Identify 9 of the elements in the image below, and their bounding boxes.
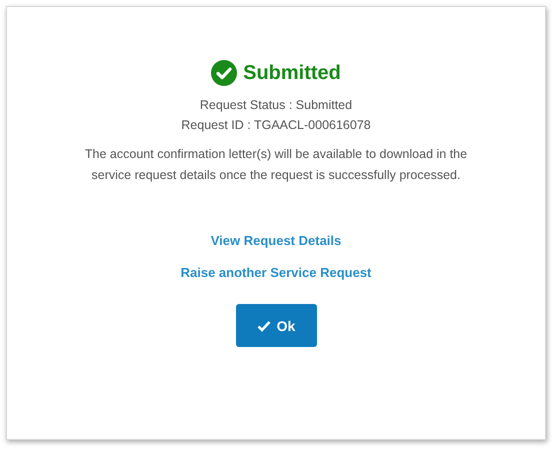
text-link[interactable]: Raise another Service Request (180, 265, 372, 280)
request-status: Request Status : Submitted (200, 98, 352, 112)
dialog-title: Submitted (243, 62, 341, 84)
text-link[interactable]: View Request Details (210, 233, 342, 248)
check-circle-icon (211, 60, 238, 86)
ok-button[interactable]: Ok (236, 304, 316, 347)
check-icon (256, 320, 271, 332)
request-id: Request ID : TGAACL-000616078 (181, 118, 371, 132)
message-text: The account confirmation letter(s) will be available to download in the service request details once the request is successfully processed. (84, 146, 468, 184)
